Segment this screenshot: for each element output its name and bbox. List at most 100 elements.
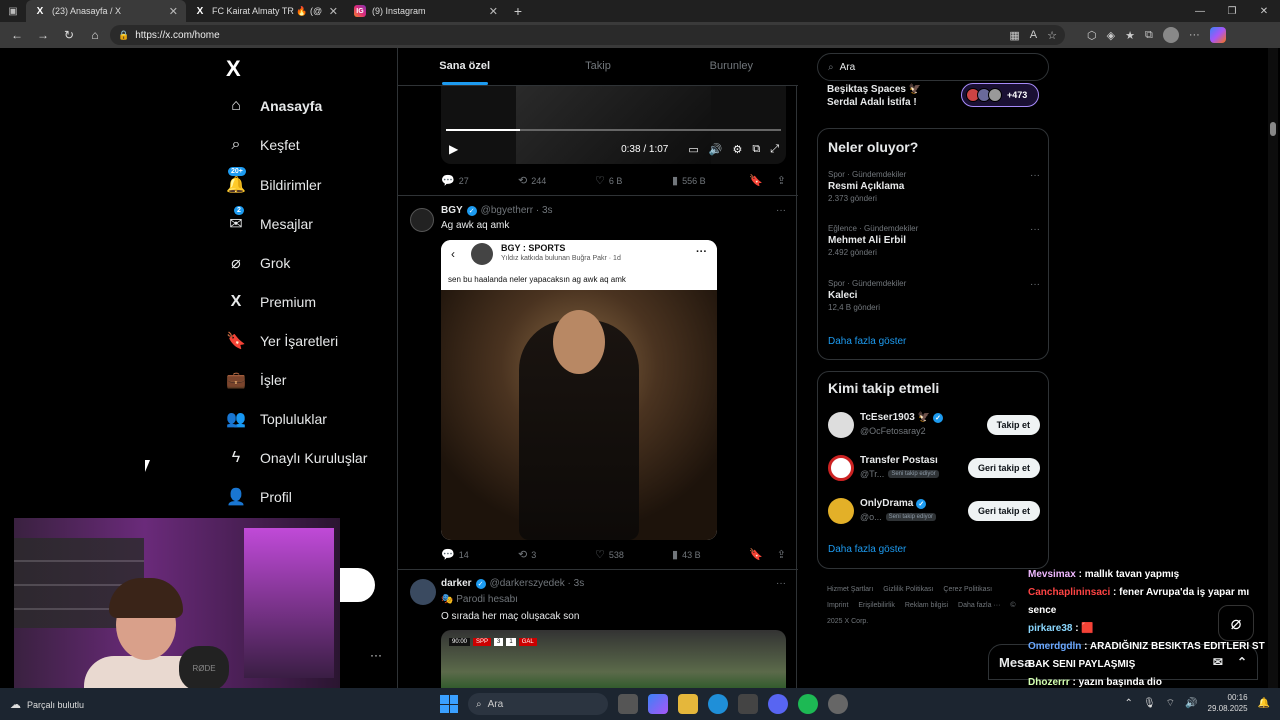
spaces-listeners-pill[interactable]: +473	[961, 83, 1039, 107]
video-player[interactable]: ▶ 0:38 / 1:07 ▭ 🔊 ⚙ ⧉ ⤢	[441, 86, 786, 164]
search-input[interactable]: ⌕ Ara	[817, 53, 1049, 81]
footer-link[interactable]: Hizmet Şartları	[827, 586, 873, 593]
microphone-icon[interactable]: 🎙	[1143, 698, 1156, 709]
tab-home[interactable]: X (23) Anasayfa / X ✕	[26, 0, 186, 22]
app-icon[interactable]: ▦	[1009, 29, 1019, 42]
footer-link[interactable]: Erişilebilirlik	[858, 602, 895, 609]
copilot-app-icon[interactable]	[648, 694, 668, 714]
scrollbar-thumb[interactable]	[1270, 122, 1276, 136]
nav-item-communities[interactable]: 👥 Topluluklar	[226, 409, 327, 429]
more-dots-icon[interactable]: ···	[1030, 224, 1040, 235]
follow-suggestion[interactable]: OnlyDrama ✓ @o... Seni takip ediyor Geri t…	[828, 496, 1040, 526]
repost-button[interactable]: ⟲ 3	[518, 548, 595, 561]
close-icon[interactable]: ✕	[489, 5, 498, 18]
views-button[interactable]: ▮ 556 B	[672, 174, 749, 187]
favorite-star-icon[interactable]: ☆	[1047, 29, 1057, 42]
restore-icon[interactable]: ❐	[1216, 6, 1248, 17]
nav-item-profile[interactable]: 👤 Profil	[226, 487, 292, 507]
trend-item[interactable]: Spor · Gündemdekiler Kaleci 12,4 B gönde…	[828, 279, 1040, 312]
nav-item-messages[interactable]: ✉ 2 Mesajlar	[226, 206, 313, 234]
wifi-icon[interactable]: ⌔	[1166, 697, 1175, 710]
repost-button[interactable]: ⟲ 244	[518, 174, 595, 187]
tray-chevron-icon[interactable]: ⌃	[1125, 698, 1133, 709]
nav-item-bookmarks[interactable]: 🔖 Yer İşaretleri	[226, 331, 338, 351]
bookmark-icon[interactable]: 🔖	[749, 174, 763, 187]
nav-item-grok[interactable]: ⌀ Grok	[226, 253, 290, 273]
footer-link[interactable]: Çerez Politikası	[943, 586, 992, 593]
x-logo[interactable]: X	[226, 56, 241, 82]
home-browser-icon[interactable]: ⌂	[84, 28, 106, 42]
new-tab-button[interactable]: +	[506, 3, 530, 19]
profile-avatar[interactable]	[1162, 27, 1179, 43]
reply-button[interactable]: 💬 27	[441, 174, 518, 187]
reply-button[interactable]: 💬 14	[441, 548, 518, 561]
edge-icon[interactable]	[708, 694, 728, 714]
author-name[interactable]: darker	[441, 578, 472, 589]
play-icon[interactable]: ▶	[449, 142, 458, 156]
extension-icon[interactable]: ◈	[1107, 29, 1115, 42]
windows-start-icon[interactable]	[440, 695, 458, 713]
settings-gear-icon[interactable]: ⚙	[732, 143, 742, 156]
nav-item-notifications[interactable]: 🔔 20+ Bildirimler	[226, 167, 321, 195]
tab-instagram[interactable]: IG (9) Instagram ✕	[346, 0, 506, 22]
close-window-icon[interactable]: ✕	[1248, 6, 1280, 17]
tab-following[interactable]: Takip	[531, 48, 664, 85]
share-icon[interactable]: ⇪	[777, 548, 786, 561]
store-icon[interactable]	[738, 694, 758, 714]
file-explorer-icon[interactable]	[678, 694, 698, 714]
extensions-icon[interactable]: ⬡	[1087, 29, 1097, 42]
author-handle[interactable]: @bgyetherr · 3s	[481, 205, 553, 216]
show-more-link[interactable]: Daha fazla göster	[828, 336, 906, 347]
post-media-image[interactable]: 90:00 SPP 3 1 GAL	[441, 630, 786, 688]
share-icon[interactable]: ⇪	[777, 174, 786, 187]
author-name[interactable]: BGY	[441, 205, 463, 216]
minimize-icon[interactable]: —	[1184, 6, 1216, 17]
more-dots-icon[interactable]: ···	[776, 205, 786, 216]
views-button[interactable]: ▮ 43 B	[672, 548, 749, 561]
collections-icon[interactable]: ⧉	[1145, 29, 1153, 42]
footer-link[interactable]: Gizlilik Politikası	[883, 586, 933, 593]
footer-link[interactable]: Imprint	[827, 602, 848, 609]
page-scrollbar[interactable]	[1268, 48, 1278, 688]
captions-icon[interactable]: ▭	[688, 143, 698, 156]
trend-item[interactable]: Spor · Gündemdekiler Resmi Açıklama 2.37…	[828, 170, 1040, 203]
nav-item-explore[interactable]: ⌕ Keşfet	[226, 135, 300, 155]
author-handle[interactable]: @darkerszyedek · 3s	[490, 578, 585, 589]
follow-back-button[interactable]: Geri takip et	[967, 501, 1040, 521]
fullscreen-icon[interactable]: ⤢	[770, 143, 779, 156]
follow-suggestion[interactable]: TcEser1903 🦅 ✓ @OcFetosaray2 Takip et	[828, 410, 1040, 440]
more-dots-icon[interactable]: ···	[1030, 170, 1040, 181]
taskbar-search[interactable]: ⌕ Ara	[468, 693, 608, 715]
reload-icon[interactable]: ↻	[58, 28, 80, 42]
footer-link[interactable]: Reklam bilgisi	[905, 602, 948, 609]
pip-icon[interactable]: ⧉	[752, 143, 760, 156]
task-view-icon[interactable]	[618, 694, 638, 714]
tab-kairat[interactable]: X FC Kairat Almaty TR 🔥 (@FCKair ✕	[186, 0, 346, 22]
avatar[interactable]	[410, 208, 434, 232]
trend-item[interactable]: Eğlence · Gündemdekiler Mehmet Ali Erbil…	[828, 224, 1040, 257]
nav-item-verified-orgs[interactable]: ϟ Onaylı Kuruluşlar	[226, 448, 368, 468]
spaces-banner[interactable]: Beşiktaş Spaces 🦅 Serdal Adalı İstifa ! +…	[817, 83, 1049, 113]
follow-button[interactable]: Takip et	[986, 415, 1040, 435]
notification-bell-icon[interactable]: 🔔	[1258, 698, 1270, 709]
favorites-icon[interactable]: ★	[1125, 29, 1135, 42]
close-icon[interactable]: ✕	[329, 5, 338, 18]
volume-icon[interactable]: 🔊	[1185, 698, 1197, 709]
clock[interactable]: 00:16 29.08.2025	[1208, 692, 1248, 714]
copilot-icon[interactable]	[1209, 27, 1226, 43]
account-menu-dots[interactable]: ···	[370, 648, 382, 662]
more-icon[interactable]: ···	[1189, 29, 1200, 41]
tab-for-you[interactable]: Sana özel	[398, 48, 531, 85]
read-aloud-icon[interactable]: A	[1030, 29, 1037, 42]
weather-widget[interactable]: ☁ Parçalı bulutlu	[10, 698, 84, 711]
nav-item-home[interactable]: ⌂ Anasayfa	[226, 96, 322, 116]
post-media-image[interactable]: ‹ BGY : SPORTS Yıldız katkıda bulunan Bu…	[441, 240, 717, 540]
nav-item-premium[interactable]: X Premium	[226, 292, 316, 312]
show-more-link[interactable]: Daha fazla göster	[828, 544, 906, 555]
more-dots-icon[interactable]: ···	[776, 578, 786, 589]
close-icon[interactable]: ✕	[169, 5, 178, 18]
footer-link[interactable]: Daha fazla ···	[958, 602, 1000, 609]
bookmark-icon[interactable]: 🔖	[749, 548, 763, 561]
volume-icon[interactable]: 🔊	[709, 143, 723, 156]
url-field[interactable]: 🔒 https://x.com/home ▦ A ☆	[110, 25, 1065, 45]
